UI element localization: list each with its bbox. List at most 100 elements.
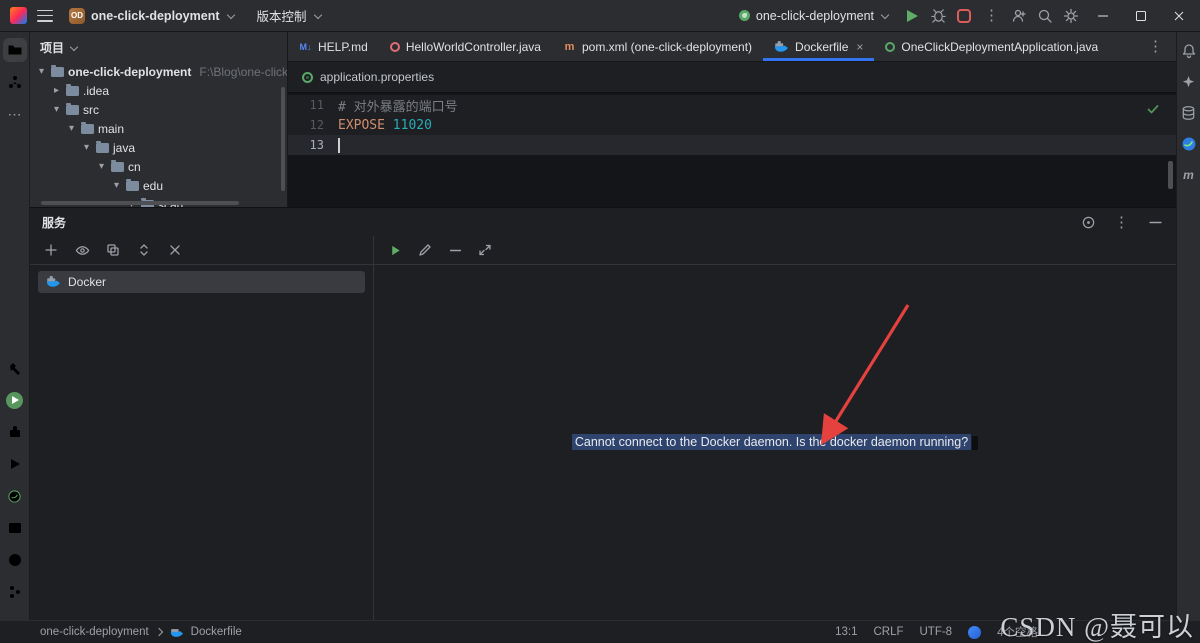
close-tab-icon[interactable]: × (854, 41, 863, 53)
chevron-expanded-icon[interactable]: ▾ (66, 123, 77, 134)
more-actions-icon[interactable]: ⋮ (981, 8, 1002, 23)
tab-helloworldcontroller[interactable]: HelloWorldController.java (379, 32, 552, 61)
editor-area: M↓ HELP.md HelloWorldController.java m p… (288, 32, 1176, 207)
terminal-tool-icon[interactable] (3, 516, 27, 540)
close-button[interactable] (1164, 2, 1194, 30)
status-bar: one-click-deployment Dockerfile 13:1 CRL… (0, 612, 1200, 643)
plugin-colored-icon[interactable] (1180, 135, 1198, 153)
services-tool-icon[interactable] (3, 388, 27, 412)
expand-collapse-icon[interactable] (135, 241, 153, 259)
run-configuration-widget[interactable]: one-click-deployment (733, 6, 895, 26)
database-icon[interactable] (1180, 104, 1198, 122)
tab-dockerfile[interactable]: Dockerfile × (763, 32, 875, 61)
docker-icon (46, 276, 61, 288)
tree-row-main[interactable]: ▾ main (30, 119, 287, 138)
build-tool-icon[interactable] (3, 356, 27, 380)
project-horizontal-scrollbar[interactable] (41, 201, 239, 205)
restore-button[interactable] (1126, 2, 1156, 30)
expand-detail-icon[interactable] (476, 241, 494, 259)
clear-icon[interactable] (166, 241, 184, 259)
line-number: 11 (309, 98, 324, 112)
status-project-name[interactable]: one-click-deployment (40, 626, 149, 638)
project-widget[interactable]: OD one-click-deployment (63, 5, 241, 27)
code-line-13: 13 (288, 135, 1176, 155)
debug-button[interactable] (929, 7, 947, 25)
copy-icon[interactable] (104, 241, 122, 259)
tree-row-edu[interactable]: ▾ edu (30, 176, 287, 195)
more-tool-windows-icon[interactable]: ⋯ (3, 102, 27, 126)
code-editor[interactable]: 11 # 对外暴露的端口号 12 EXPOSE 11020 13 (288, 93, 1176, 207)
docker-error-message[interactable]: Cannot connect to the Docker daemon. Is … (571, 434, 972, 451)
services-panel-title: 服务 (42, 215, 67, 230)
run-configuration-label: one-click-deployment (755, 8, 874, 23)
service-console[interactable]: Cannot connect to the Docker daemon. Is … (374, 265, 1176, 620)
project-vertical-scrollbar[interactable] (281, 87, 285, 191)
settings-icon[interactable] (1062, 7, 1080, 25)
panel-options-icon[interactable] (1079, 213, 1097, 231)
plugins-tool-icon[interactable] (3, 420, 27, 444)
run-button[interactable] (903, 7, 921, 25)
more-vertical-icon[interactable]: ⋮ (1111, 215, 1132, 230)
maven-file-icon: m (564, 40, 575, 53)
line-separator[interactable]: CRLF (873, 626, 903, 638)
editor-scrollbar[interactable] (1168, 161, 1173, 189)
spring-tool-icon[interactable] (3, 484, 27, 508)
add-service-icon[interactable] (42, 241, 60, 259)
file-encoding[interactable]: UTF-8 (920, 626, 953, 638)
csdn-watermark: CSDN @聂可以 (1000, 612, 1194, 642)
edit-configuration-icon[interactable] (416, 241, 434, 259)
minimize-button[interactable] (1088, 2, 1118, 30)
commit-tool-icon[interactable] (3, 70, 27, 94)
plugin-status-icon[interactable] (968, 625, 982, 639)
run-service-icon[interactable] (386, 241, 404, 259)
inspections-ok-icon[interactable] (1144, 100, 1162, 118)
line-number: 13 (309, 138, 324, 152)
services-tree-column: Docker (30, 236, 374, 620)
tree-row-java[interactable]: ▾ java (30, 138, 287, 157)
tab-pom-xml[interactable]: m pom.xml (one-click-deployment) (552, 32, 763, 61)
tree-row-cn[interactable]: ▾ cn (30, 157, 287, 176)
problems-tool-icon[interactable] (3, 548, 27, 572)
code-line-12: 12 EXPOSE 11020 (288, 115, 1176, 135)
chevron-expanded-icon[interactable]: ▾ (51, 104, 62, 115)
service-node-docker[interactable]: Docker (38, 271, 365, 293)
spring-boot-icon (738, 10, 750, 21)
run-tool-icon[interactable] (3, 452, 27, 476)
services-detail-toolbar (374, 236, 1176, 265)
tree-row-src[interactable]: ▾ src (30, 100, 287, 119)
code-with-me-icon[interactable] (1010, 7, 1028, 25)
tab-oneclickdeploymentapplication[interactable]: OneClickDeploymentApplication.java (874, 32, 1109, 61)
docker-file-icon (774, 39, 789, 54)
tab-help-md[interactable]: M↓ HELP.md (288, 32, 379, 61)
folder-icon (66, 83, 79, 96)
properties-file-icon (302, 71, 313, 83)
hide-panel-icon[interactable] (1146, 213, 1164, 231)
remove-icon[interactable] (446, 241, 464, 259)
vcs-widget[interactable]: 版本控制 (251, 3, 328, 28)
project-tree: ▾ one-click-deployment F:\Blog\one-click… (30, 62, 287, 207)
chevron-expanded-icon[interactable]: ▾ (96, 161, 107, 172)
breadcrumb-file-name[interactable]: application.properties (320, 70, 434, 84)
search-everywhere-icon[interactable] (1036, 7, 1054, 25)
docker-file-icon (170, 626, 185, 638)
project-tool-icon[interactable] (2, 38, 27, 62)
chevron-expanded-icon[interactable]: ▾ (81, 142, 92, 153)
chevron-expanded-icon[interactable]: ▾ (111, 180, 122, 191)
maven-panel-icon[interactable]: m (1180, 166, 1198, 184)
show-options-icon[interactable] (73, 241, 91, 259)
tree-row-root[interactable]: ▾ one-click-deployment F:\Blog\one-click… (30, 62, 287, 81)
chevron-expanded-icon[interactable]: ▾ (36, 66, 47, 77)
chevron-down-icon (69, 43, 78, 52)
tab-options-icon[interactable]: ⋮ (1145, 39, 1166, 54)
notifications-icon[interactable] (1180, 42, 1198, 60)
ai-assistant-icon[interactable] (1180, 73, 1198, 91)
tree-row-idea[interactable]: ▸ .idea (30, 81, 287, 100)
folder-icon (81, 121, 94, 134)
caret-position[interactable]: 13:1 (835, 626, 857, 638)
chevron-collapsed-icon[interactable]: ▸ (51, 85, 62, 96)
stop-button[interactable] (955, 7, 973, 25)
status-file-name[interactable]: Dockerfile (191, 626, 242, 638)
version-control-tool-icon[interactable] (3, 580, 27, 604)
main-menu-icon[interactable] (37, 9, 53, 22)
spring-application-icon (885, 41, 896, 52)
